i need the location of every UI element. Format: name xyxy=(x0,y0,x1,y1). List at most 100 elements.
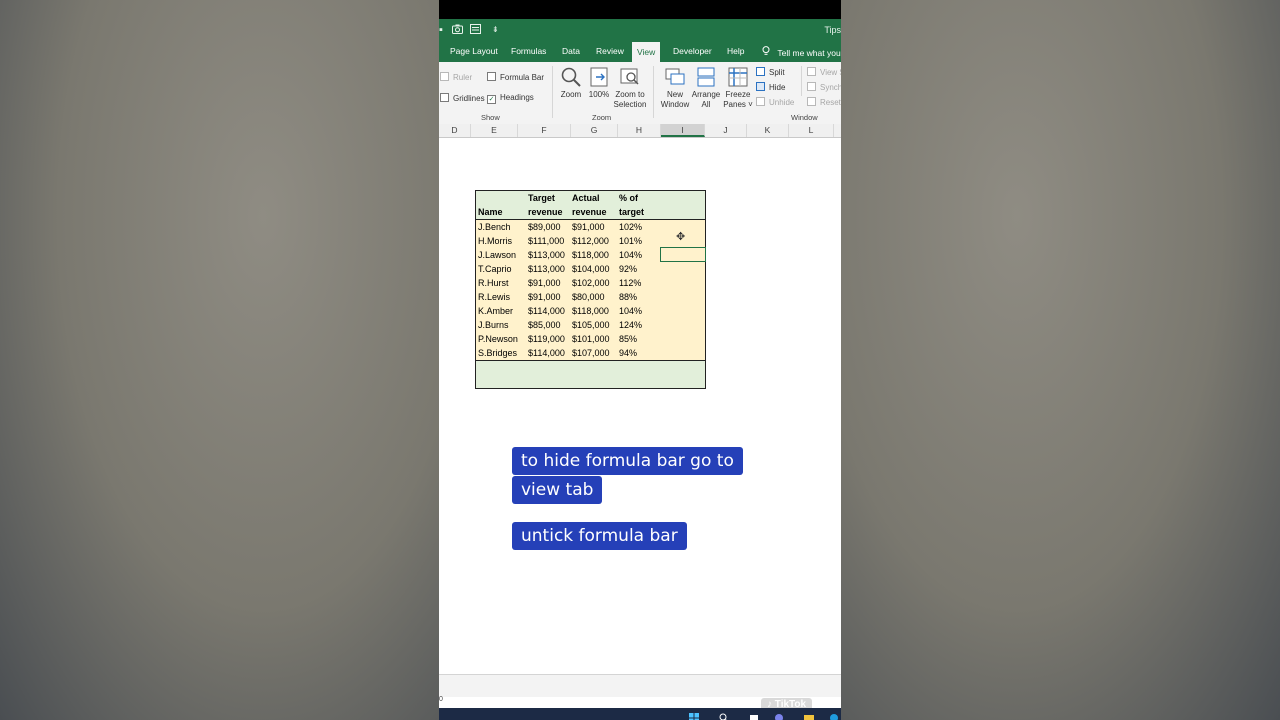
cell-actual[interactable]: $104,000 xyxy=(572,264,610,274)
table-header-row: Name Target revenue Actual revenue % of … xyxy=(476,191,705,220)
form-icon[interactable] xyxy=(470,24,481,37)
worksheet[interactable]: Name Target revenue Actual revenue % of … xyxy=(439,138,841,674)
column-header-k[interactable]: K xyxy=(747,124,789,137)
column-header-e[interactable]: E xyxy=(471,124,518,137)
column-header-i[interactable]: I xyxy=(661,124,705,137)
column-header-h[interactable]: H xyxy=(618,124,661,137)
camera-icon[interactable] xyxy=(452,24,463,37)
cell-actual[interactable]: $80,000 xyxy=(572,292,605,302)
view-side-by-side-button[interactable]: View S xyxy=(807,67,841,77)
reset-window-position-button[interactable]: Reset xyxy=(807,97,841,107)
cell-name[interactable]: J.Lawson xyxy=(478,250,516,260)
chat-icon[interactable] xyxy=(774,710,784,720)
cell-actual[interactable]: $118,000 xyxy=(572,250,609,260)
formula-bar-checkbox[interactable]: Formula Bar xyxy=(487,72,544,82)
group-divider xyxy=(653,66,654,118)
zoom-button[interactable]: Zoom xyxy=(557,66,585,100)
freeze-panes-button[interactable]: Freeze Panes ˅ xyxy=(723,66,753,110)
cell-actual[interactable]: $91,000 xyxy=(572,222,605,232)
new-window-button[interactable]: New Window xyxy=(659,66,691,110)
unhide-button[interactable]: Unhide xyxy=(756,97,794,107)
ruler-checkbox[interactable]: Ruler xyxy=(440,72,472,82)
column-header-j[interactable]: J xyxy=(705,124,747,137)
tab-developer[interactable]: Developer xyxy=(673,46,712,56)
cell-pct[interactable]: 101% xyxy=(619,236,642,246)
cell-actual[interactable]: $112,000 xyxy=(572,236,609,246)
cell-target[interactable]: $111,000 xyxy=(528,236,564,246)
autosave-icon[interactable]: ▪ xyxy=(439,24,443,36)
header-target-line2[interactable]: revenue xyxy=(528,207,563,217)
cell-name[interactable]: P.Newson xyxy=(478,334,518,344)
tab-review[interactable]: Review xyxy=(596,46,624,56)
cell-pct[interactable]: 112% xyxy=(619,278,641,288)
panes-label: Panes xyxy=(723,100,746,109)
cell-target[interactable]: $85,000 xyxy=(528,320,561,330)
column-header-f[interactable]: F xyxy=(518,124,571,137)
cell-actual[interactable]: $101,000 xyxy=(572,334,610,344)
cell-target[interactable]: $113,000 xyxy=(528,250,565,260)
cell-pct[interactable]: 85% xyxy=(619,334,637,344)
table-footer-row xyxy=(476,360,705,388)
cell-actual[interactable]: $105,000 xyxy=(572,320,610,330)
cell-name[interactable]: R.Hurst xyxy=(478,278,509,288)
header-pct-line2[interactable]: target xyxy=(619,207,644,217)
checkbox-box xyxy=(440,93,449,102)
synchronous-scrolling-button[interactable]: Synch xyxy=(807,82,841,92)
cell-target[interactable]: $114,000 xyxy=(528,348,565,358)
zoom-100-button[interactable]: 100% xyxy=(587,66,611,100)
cell-name[interactable]: T.Caprio xyxy=(478,264,512,274)
gridlines-checkbox[interactable]: Gridlines xyxy=(440,93,485,103)
arrange-all-button[interactable]: Arrange All xyxy=(691,66,721,110)
view-ribbon: Ruler Formula Bar Gridlines ✓ Headings Sh… xyxy=(439,62,841,125)
split-button[interactable]: Split xyxy=(756,67,785,77)
tab-help[interactable]: Help xyxy=(727,46,744,56)
cell-name[interactable]: J.Burns xyxy=(478,320,509,330)
cell-name[interactable]: H.Morris xyxy=(478,236,512,246)
cell-pct[interactable]: 104% xyxy=(619,306,642,316)
column-header-l[interactable]: L xyxy=(789,124,834,137)
cell-name[interactable]: R.Lewis xyxy=(478,292,510,302)
cell-pct[interactable]: 124% xyxy=(619,320,642,330)
cell-target[interactable]: $119,000 xyxy=(528,334,565,344)
header-target-line1[interactable]: Target xyxy=(528,193,555,203)
cell-target[interactable]: $113,000 xyxy=(528,264,565,274)
file-explorer-icon[interactable] xyxy=(804,710,814,720)
cell-pct[interactable]: 92% xyxy=(619,264,637,274)
cell-name[interactable]: S.Bridges xyxy=(478,348,517,358)
cell-target[interactable]: $89,000 xyxy=(528,222,561,232)
edge-icon[interactable] xyxy=(829,710,839,720)
header-actual-line1[interactable]: Actual xyxy=(572,193,600,203)
cell-target[interactable]: $91,000 xyxy=(528,292,561,302)
customize-qat-icon[interactable]: ⇟ xyxy=(492,25,499,34)
tab-formulas[interactable]: Formulas xyxy=(511,46,546,56)
cell-name[interactable]: K.Amber xyxy=(478,306,513,316)
active-cell-selection[interactable] xyxy=(660,247,706,262)
column-header-g[interactable]: G xyxy=(571,124,618,137)
tab-page-layout[interactable]: Page Layout xyxy=(450,46,498,56)
header-pct-line1[interactable]: % of xyxy=(619,193,638,203)
arrange-all-icon xyxy=(697,67,715,87)
header-name[interactable]: Name xyxy=(478,207,503,217)
search-icon[interactable] xyxy=(719,710,729,720)
zoom-to-selection-button[interactable]: Zoom to Selection xyxy=(613,66,647,110)
tell-me-box[interactable]: Tell me what you xyxy=(762,46,841,58)
cell-pct[interactable]: 102% xyxy=(619,222,642,232)
zoom-100-icon xyxy=(590,67,608,87)
hide-button[interactable]: Hide xyxy=(756,82,785,92)
cell-pct[interactable]: 94% xyxy=(619,348,637,358)
cell-actual[interactable]: $118,000 xyxy=(572,306,609,316)
cell-target[interactable]: $91,000 xyxy=(528,278,561,288)
header-actual-line2[interactable]: revenue xyxy=(572,207,607,217)
task-view-icon[interactable] xyxy=(749,710,759,720)
windows-start-icon[interactable] xyxy=(689,710,699,720)
cell-actual[interactable]: $107,000 xyxy=(572,348,610,358)
cell-name[interactable]: J.Bench xyxy=(478,222,511,232)
cell-actual[interactable]: $102,000 xyxy=(572,278,610,288)
tab-data[interactable]: Data xyxy=(562,46,580,56)
cell-target[interactable]: $114,000 xyxy=(528,306,565,316)
cell-pct[interactable]: 88% xyxy=(619,292,637,302)
tab-view[interactable]: View xyxy=(632,42,661,62)
cell-pct[interactable]: 104% xyxy=(619,250,642,260)
column-header-d[interactable]: D xyxy=(439,124,471,137)
headings-checkbox[interactable]: ✓ Headings xyxy=(487,93,534,104)
